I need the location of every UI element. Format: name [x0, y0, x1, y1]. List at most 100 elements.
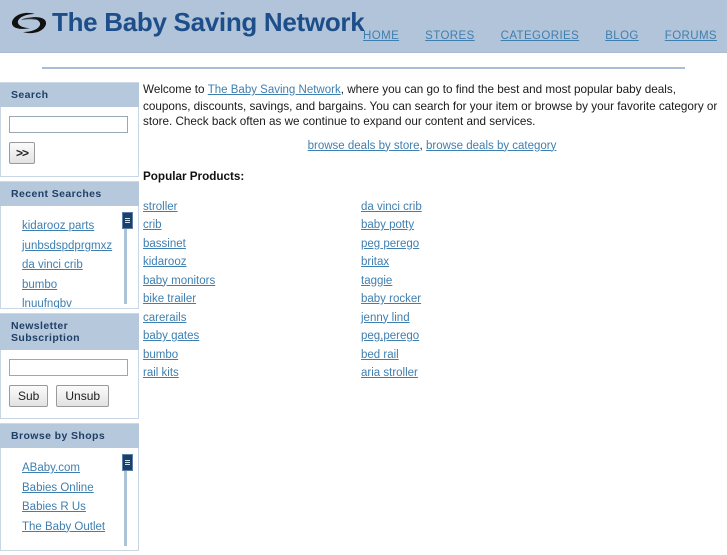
list-item: taggie [361, 273, 579, 287]
recent-search-link[interactable]: junbsdspdprgmxz [22, 240, 112, 252]
sidebar-panel-recent-searches: Recent Searches kidarooz parts junbsdspd… [0, 181, 139, 309]
list-item: rail kits [143, 365, 361, 379]
shop-link[interactable]: Babies R Us [22, 501, 86, 513]
shops-list: ABaby.com Babies Online Babies R Us The … [1, 460, 138, 533]
sidebar-panel-search: Search >> [0, 82, 139, 177]
product-link[interactable]: peg perego [361, 238, 419, 250]
product-link[interactable]: baby potty [361, 219, 414, 231]
header-divider [42, 67, 685, 69]
scrollbar-track[interactable] [124, 470, 127, 546]
recent-searches-list: kidarooz parts junbsdspdprgmxz da vinci … [1, 218, 138, 308]
product-link[interactable]: aria stroller [361, 367, 418, 379]
list-item: kidarooz [143, 254, 361, 268]
shop-link[interactable]: ABaby.com [22, 462, 80, 474]
scrollbar-thumb[interactable] [122, 212, 133, 229]
shop-link[interactable]: The Baby Outlet [22, 521, 105, 533]
search-panel-body: >> [0, 107, 139, 177]
list-item: jenny lind [361, 310, 579, 324]
nav-item-stores[interactable]: STORES [425, 30, 474, 42]
nav-item-blog[interactable]: BLOG [605, 30, 639, 42]
popular-products-heading: Popular Products: [143, 169, 245, 183]
recent-search-link[interactable]: da vinci crib [22, 259, 83, 271]
product-link[interactable]: stroller [143, 201, 178, 213]
product-link[interactable]: carerails [143, 312, 186, 324]
search-panel-heading: Search [0, 82, 139, 107]
scrollbar-track[interactable] [124, 228, 127, 304]
recent-search-link[interactable]: lnuufnqbv [22, 298, 72, 308]
list-item: carerails [143, 310, 361, 324]
newsletter-heading: Newsletter Subscription [0, 313, 139, 350]
list-item: bassinet [143, 236, 361, 250]
list-item: baby gates [143, 328, 361, 342]
product-link[interactable]: baby gates [143, 330, 199, 342]
main-content: Welcome to The Baby Saving Network, wher… [139, 82, 727, 384]
list-item: junbsdspdprgmxz [22, 238, 138, 252]
product-link[interactable]: jenny lind [361, 312, 410, 324]
page-body: Search >> Recent Searches kidarooz parts… [0, 82, 727, 555]
product-link[interactable]: peg,perego [361, 330, 419, 342]
product-list-right: da vinci crib baby potty peg perego brit… [361, 199, 579, 380]
main-navigation: HOME STORES CATEGORIES BLOG FORUMS [363, 30, 717, 42]
product-link[interactable]: kidarooz [143, 256, 186, 268]
newsletter-body: Sub Unsub [0, 350, 139, 419]
shops-body: ABaby.com Babies Online Babies R Us The … [0, 448, 139, 551]
swirl-logo-icon [11, 12, 47, 33]
list-item: aria stroller [361, 365, 579, 379]
unsubscribe-button[interactable]: Unsub [56, 385, 110, 407]
shops-scrollbar[interactable] [122, 454, 133, 546]
browse-by-category-link[interactable]: browse deals by category [426, 140, 556, 152]
product-link[interactable]: bike trailer [143, 293, 196, 305]
sidebar: Search >> Recent Searches kidarooz parts… [0, 82, 139, 555]
list-item: da vinci crib [22, 257, 138, 271]
search-input[interactable] [9, 116, 128, 133]
list-item: baby rocker [361, 291, 579, 305]
nav-item-categories[interactable]: CATEGORIES [501, 30, 580, 42]
list-item: peg,perego [361, 328, 579, 342]
browse-links: browse deals by store, browse deals by c… [143, 139, 721, 152]
newsletter-email-field[interactable] [9, 359, 128, 376]
list-item: bed rail [361, 347, 579, 361]
nav-item-home[interactable]: HOME [363, 30, 399, 42]
product-link[interactable]: britax [361, 256, 389, 268]
sidebar-panel-shops: Browse by Shops ABaby.com Babies Online … [0, 423, 139, 551]
product-link[interactable]: crib [143, 219, 162, 231]
list-item: ABaby.com [22, 460, 138, 474]
product-link[interactable]: taggie [361, 275, 392, 287]
product-link[interactable]: da vinci crib [361, 201, 422, 213]
list-item: kidarooz parts [22, 218, 138, 232]
product-link[interactable]: bassinet [143, 238, 186, 250]
product-column-right: da vinci crib baby potty peg perego brit… [361, 199, 579, 384]
list-item: bike trailer [143, 291, 361, 305]
recent-search-link[interactable]: kidarooz parts [22, 220, 94, 232]
list-item: baby monitors [143, 273, 361, 287]
shop-link[interactable]: Babies Online [22, 482, 94, 494]
list-item: baby potty [361, 217, 579, 231]
product-list-left: stroller crib bassinet kidarooz baby mon… [143, 199, 361, 380]
list-item: Babies Online [22, 480, 138, 494]
product-column-left: stroller crib bassinet kidarooz baby mon… [143, 199, 361, 384]
list-item: stroller [143, 199, 361, 213]
search-submit-button[interactable]: >> [9, 142, 36, 164]
recent-searches-body: kidarooz parts junbsdspdprgmxz da vinci … [0, 206, 139, 309]
list-item: Babies R Us [22, 499, 138, 513]
list-item: peg perego [361, 236, 579, 250]
recent-searches-scrollbar[interactable] [122, 212, 133, 304]
product-link[interactable]: rail kits [143, 367, 179, 379]
product-link[interactable]: bumbo [143, 349, 178, 361]
sidebar-panel-newsletter: Newsletter Subscription Sub Unsub [0, 313, 139, 419]
subscribe-button[interactable]: Sub [9, 385, 49, 407]
recent-search-link[interactable]: bumbo [22, 279, 57, 291]
brand[interactable]: The Baby Saving Network [8, 7, 365, 38]
recent-searches-heading: Recent Searches [0, 181, 139, 206]
intro-site-link[interactable]: The Baby Saving Network [208, 84, 341, 96]
list-item: The Baby Outlet [22, 519, 138, 533]
browse-by-store-link[interactable]: browse deals by store [308, 140, 420, 152]
nav-item-forums[interactable]: FORUMS [665, 30, 717, 42]
product-link[interactable]: baby rocker [361, 293, 421, 305]
product-link[interactable]: baby monitors [143, 275, 215, 287]
intro-text-before: Welcome to [143, 83, 208, 96]
shops-heading: Browse by Shops [0, 423, 139, 448]
product-link[interactable]: bed rail [361, 349, 399, 361]
scrollbar-thumb[interactable] [122, 454, 133, 471]
list-item: da vinci crib [361, 199, 579, 213]
